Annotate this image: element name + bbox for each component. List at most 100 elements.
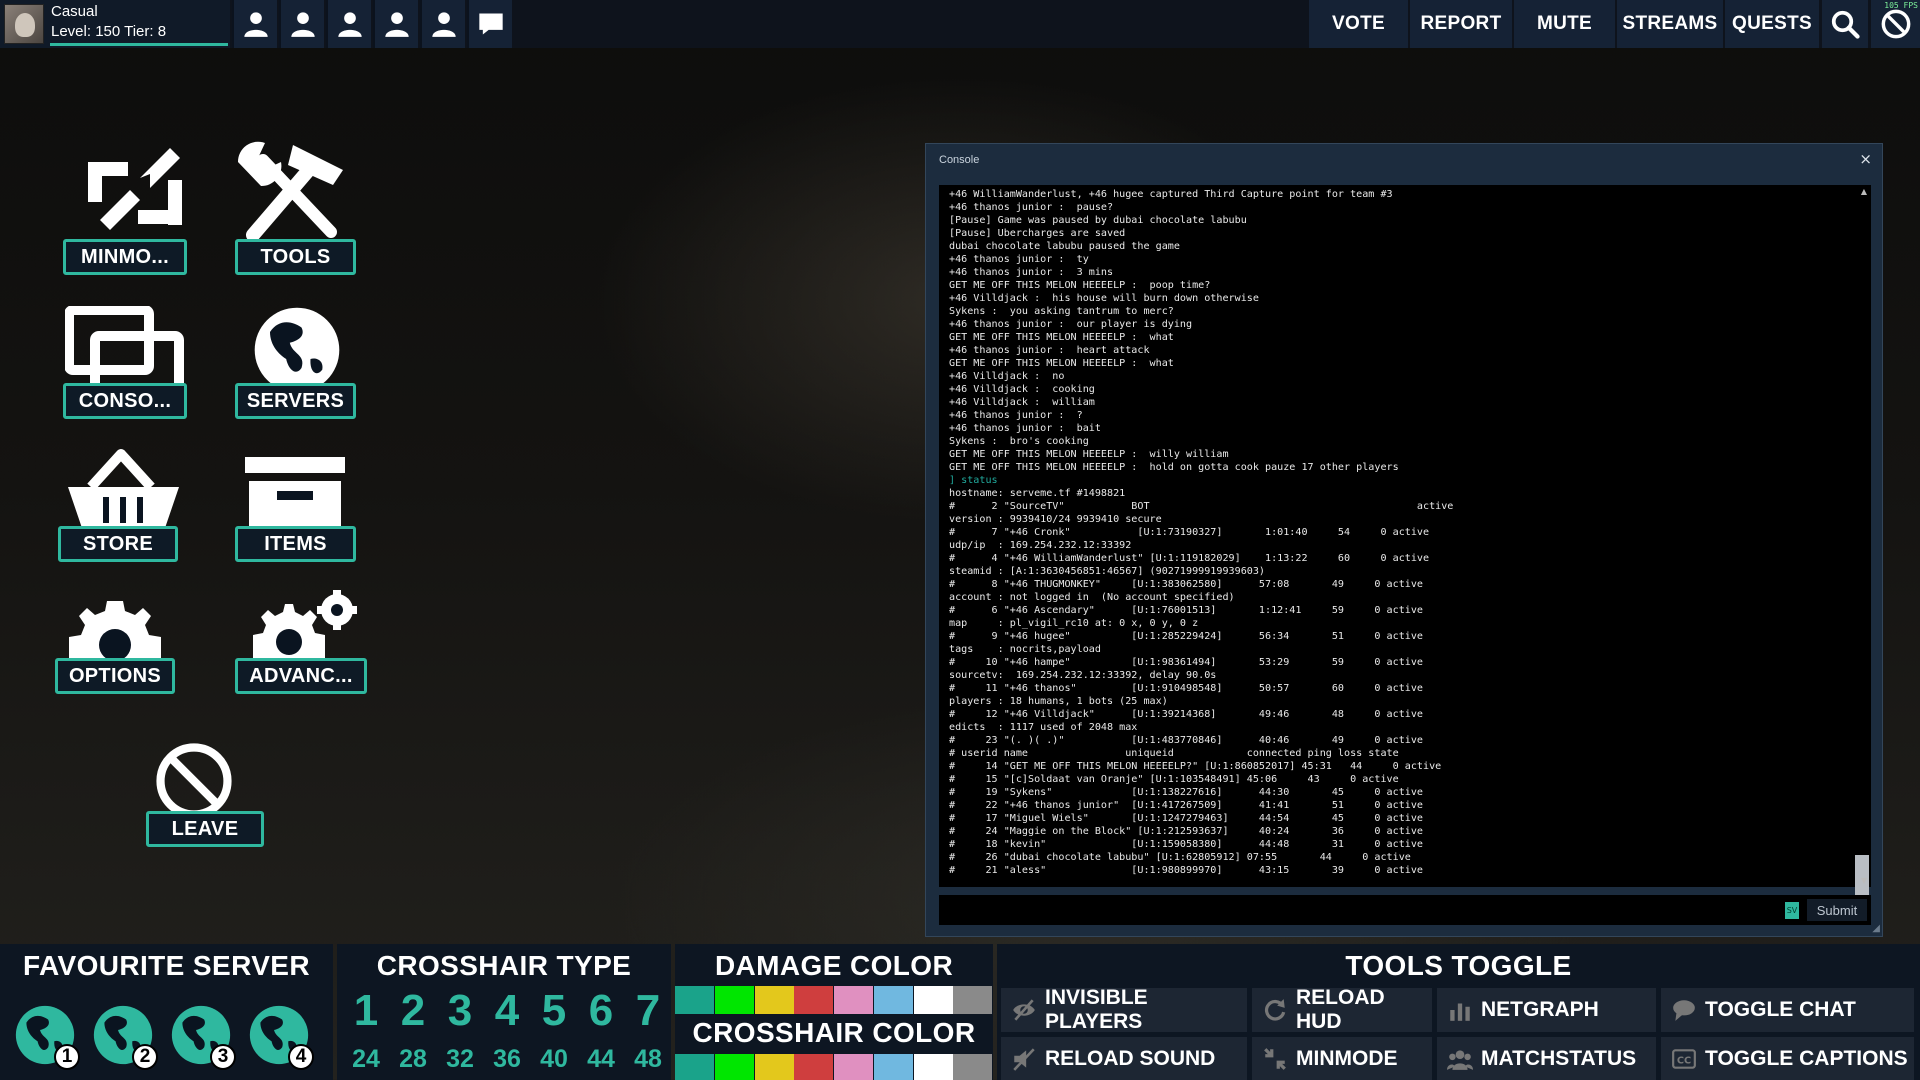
crosshair-color-swatch[interactable] <box>754 1054 794 1080</box>
damage-color-swatch[interactable] <box>913 986 953 1014</box>
crosshair-size-option[interactable]: 36 <box>484 1045 530 1074</box>
crosshair-color-swatch[interactable] <box>714 1054 754 1080</box>
netgraph-button[interactable]: NETGRAPH <box>1437 988 1656 1032</box>
console-line: +46 thanos junior : pause? <box>949 202 1114 213</box>
damage-color-swatch[interactable] <box>953 986 993 1014</box>
scroll-up-icon[interactable]: ▲ <box>1861 187 1867 196</box>
console-input[interactable]: SV Submit <box>939 895 1871 925</box>
party-slot-4[interactable] <box>373 0 418 48</box>
toggle-chat-button[interactable]: TOGGLE CHAT <box>1661 988 1914 1032</box>
mute-button[interactable]: MUTE <box>1514 0 1615 48</box>
tool-button-label: NETGRAPH <box>1481 998 1599 1021</box>
console-line: # 19 "Sykens" [U:1:138227616] 44:30 45 0… <box>949 787 1424 798</box>
crosshair-color-swatch[interactable] <box>834 1054 873 1080</box>
crosshair-color-swatch[interactable] <box>953 1054 993 1080</box>
sv-badge: SV <box>1785 902 1799 919</box>
console-line: +46 thanos junior : ty <box>949 254 1089 265</box>
tools-menu-item[interactable]: TOOLS <box>233 140 363 280</box>
console-line: +46 thanos junior : bait <box>949 423 1101 434</box>
avatar[interactable] <box>4 4 44 44</box>
toggle-captions-button[interactable]: CC TOGGLE CAPTIONS <box>1661 1037 1914 1080</box>
quests-button[interactable]: QUESTS <box>1725 0 1819 48</box>
damage-color-swatch[interactable] <box>675 986 714 1014</box>
tool-button-label: MATCHSTATUS <box>1481 1047 1637 1070</box>
player-card[interactable]: Casual Level: 150 Tier: 8 <box>0 0 230 48</box>
gear-icon <box>69 601 161 663</box>
chat-bubble-icon <box>478 13 503 35</box>
console-line: map : pl_vigil_rc10 at: 0 x, 0 y, 0 z <box>949 618 1199 629</box>
crosshair-size-option[interactable]: 24 <box>343 1045 389 1074</box>
crosshair-color-swatch[interactable] <box>873 1054 913 1080</box>
reload-sound-button[interactable]: RELOAD SOUND <box>1001 1037 1247 1080</box>
tool-button-label: RELOAD SOUND <box>1045 1047 1216 1070</box>
crosshair-color-swatch[interactable] <box>794 1054 834 1080</box>
minmode-button[interactable]: MINMODE <box>1252 1037 1432 1080</box>
store-menu-item[interactable]: STORE <box>56 447 186 572</box>
favourite-server-2[interactable]: 2 <box>92 1004 158 1070</box>
report-button[interactable]: REPORT <box>1410 0 1512 48</box>
minmode-menu-item[interactable]: MINMO... <box>60 140 190 280</box>
console-window[interactable]: Console × +46 WilliamWanderlust, +46 hug… <box>925 143 1883 937</box>
person-icon <box>337 12 362 37</box>
search-button[interactable] <box>1822 0 1868 48</box>
favourite-server-4[interactable]: 4 <box>248 1004 314 1070</box>
matchstatus-button[interactable]: MATCHSTATUS <box>1437 1037 1656 1080</box>
vote-button[interactable]: VOTE <box>1309 0 1408 48</box>
crosshair-size-option[interactable]: 48 <box>625 1045 671 1074</box>
crosshair-color-swatch[interactable] <box>913 1054 953 1080</box>
console-line: # userid name uniqueid connected ping lo… <box>949 748 1399 759</box>
submit-button[interactable]: Submit <box>1807 899 1867 921</box>
basket-icon <box>68 449 179 531</box>
crosshair-type-option[interactable]: 3 <box>440 986 480 1036</box>
console-log[interactable]: +46 WilliamWanderlust, +46 hugee capture… <box>939 185 1871 913</box>
party-slot-5[interactable] <box>420 0 465 48</box>
advanced-menu-item[interactable]: ADVANC... <box>233 590 373 705</box>
invisible-players-button[interactable]: INVISIBLE PLAYERS <box>1001 986 1247 1033</box>
crosshair-size-option[interactable]: 28 <box>390 1045 436 1074</box>
minmode-icon <box>88 148 182 230</box>
options-menu-item[interactable]: OPTIONS <box>53 595 183 705</box>
party-chat-button[interactable] <box>467 0 512 48</box>
tools-toggle-title: TOOLS TOGGLE <box>1345 950 1572 981</box>
damage-color-swatch[interactable] <box>873 986 913 1014</box>
console-line: ] status <box>949 475 998 486</box>
damage-color-swatch[interactable] <box>834 986 873 1014</box>
console-line: GET ME OFF THIS MELON HEEEELP : poop tim… <box>949 280 1211 291</box>
scroll-down-icon[interactable]: ▼ <box>1861 876 1867 885</box>
damage-color-swatch[interactable] <box>714 986 754 1014</box>
console-menu-item[interactable]: CONSO... <box>60 300 190 425</box>
crosshair-size-option[interactable]: 40 <box>531 1045 577 1074</box>
close-icon[interactable]: × <box>1859 150 1872 168</box>
crosshair-type-option[interactable]: 4 <box>487 986 527 1036</box>
damage-color-swatch[interactable] <box>754 986 794 1014</box>
party-slot-2[interactable] <box>279 0 324 48</box>
player-name: Casual <box>51 3 98 20</box>
crosshair-type-panel: CROSSHAIR TYPE 1234567 24 28 32 36 40 44 48 <box>337 944 671 1080</box>
favourite-server-1[interactable]: 1 <box>14 1004 80 1070</box>
servers-menu-item[interactable]: SERVERS <box>233 300 363 425</box>
crosshair-type-option[interactable]: 7 <box>628 986 668 1036</box>
tool-button-label: INVISIBLE PLAYERS <box>1045 986 1148 1033</box>
crosshair-type-option[interactable]: 1 <box>346 986 386 1036</box>
party-slot-1[interactable] <box>232 0 277 48</box>
damage-color-swatch[interactable] <box>794 986 834 1014</box>
crosshair-size-option[interactable]: 32 <box>437 1045 483 1074</box>
console-line: # 6 "+46 Ascendary" [U:1:76001513] 1:12:… <box>949 605 1424 616</box>
console-line: # 10 "+46 hampe" [U:1:98361494] 53:29 59… <box>949 657 1424 668</box>
party-slot-3[interactable] <box>326 0 371 48</box>
crosshair-color-swatch[interactable] <box>675 1054 714 1080</box>
reload-hud-button[interactable]: RELOAD HUD <box>1252 986 1432 1033</box>
favourite-server-3[interactable]: 3 <box>170 1004 236 1070</box>
crosshair-type-option[interactable]: 5 <box>534 986 574 1036</box>
crosshair-size-option[interactable]: 44 <box>578 1045 624 1074</box>
resize-grip-icon[interactable]: ◢ <box>1872 923 1880 934</box>
items-menu-item[interactable]: ITEMS <box>233 447 363 572</box>
console-line: GET ME OFF THIS MELON HEEEELP : what <box>949 332 1174 343</box>
crosshair-type-option[interactable]: 6 <box>581 986 621 1036</box>
console-line: +46 Villdjack : no <box>949 371 1065 382</box>
console-line: Sykens : you asking tantrum to merc? <box>949 306 1174 317</box>
leave-menu-item[interactable]: LEAVE <box>144 740 269 850</box>
crosshair-type-option[interactable]: 2 <box>393 986 433 1036</box>
streams-button[interactable]: STREAMS <box>1617 0 1723 48</box>
reload-icon <box>1264 999 1286 1021</box>
